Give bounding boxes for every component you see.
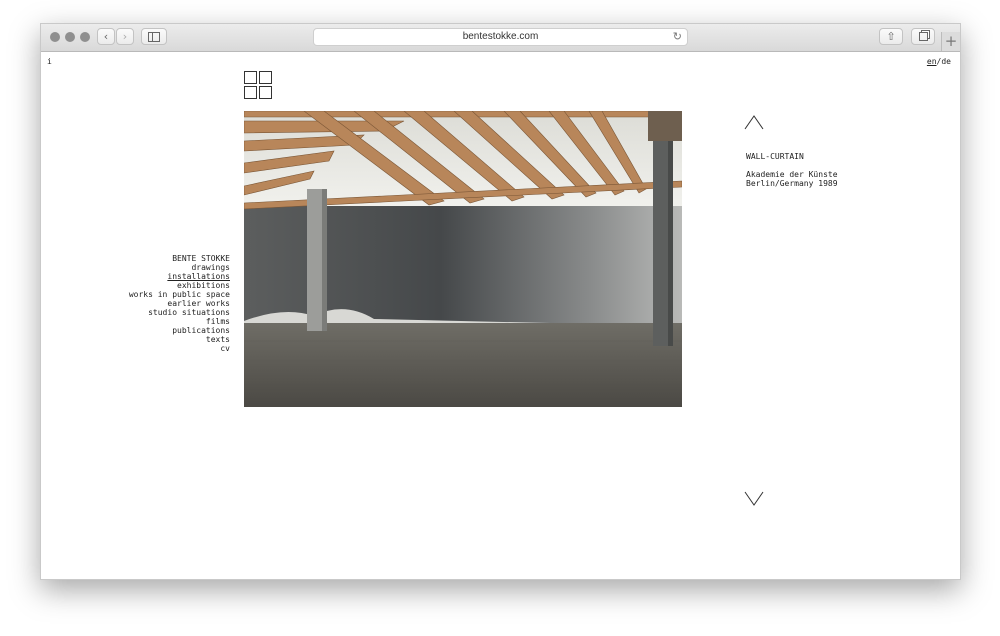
work-venue: Akademie der Künste	[746, 170, 838, 179]
info-link[interactable]: i	[47, 57, 52, 66]
sidebar-icon	[148, 31, 160, 42]
arrow-up-icon[interactable]	[744, 114, 764, 130]
work-caption: WALL-CURTAIN Akademie der Künste Berlin/…	[746, 152, 838, 188]
sidebar-button[interactable]	[141, 28, 167, 45]
work-title: WALL-CURTAIN	[746, 152, 804, 161]
tabs-button[interactable]	[911, 28, 935, 45]
address-bar[interactable]: bentestokke.com ↻	[313, 28, 688, 46]
chevron-right-icon: ›	[122, 30, 128, 43]
wall-curtain-image	[244, 111, 682, 407]
tabs-icon	[918, 32, 928, 41]
grid-icon[interactable]	[244, 71, 274, 101]
page-content: i en/de BENTE STOKKE drawings installati…	[41, 52, 960, 579]
nav-item-cv[interactable]: cv	[129, 344, 230, 353]
nav-item-exhibitions[interactable]: exhibitions	[129, 281, 230, 290]
minimize-window-icon[interactable]	[65, 32, 75, 42]
installation-photo[interactable]	[244, 111, 682, 407]
forward-button[interactable]: ›	[116, 28, 134, 45]
nav-item-films[interactable]: films	[129, 317, 230, 326]
arrow-down-icon[interactable]	[744, 491, 764, 507]
plus-icon: +	[944, 32, 958, 50]
browser-window: ‹ › bentestokke.com ↻ ⇧ + i en/de BENTE …	[40, 23, 961, 580]
new-tab-button[interactable]: +	[941, 32, 960, 51]
nav-item-studio-situations[interactable]: studio situations	[129, 308, 230, 317]
nav-item-texts[interactable]: texts	[129, 335, 230, 344]
language-switch: en/de	[927, 57, 951, 66]
share-icon: ⇧	[886, 30, 896, 43]
nav-item-drawings[interactable]: drawings	[129, 263, 230, 272]
lang-en-link[interactable]: en	[927, 57, 937, 66]
nav-item-installations[interactable]: installations	[129, 272, 230, 281]
close-window-icon[interactable]	[50, 32, 60, 42]
back-button[interactable]: ‹	[97, 28, 115, 45]
site-title[interactable]: BENTE STOKKE	[129, 254, 230, 263]
url-text: bentestokke.com	[462, 31, 539, 42]
nav-item-publications[interactable]: publications	[129, 326, 230, 335]
main-nav: BENTE STOKKE drawings installations exhi…	[129, 254, 230, 353]
browser-toolbar: ‹ › bentestokke.com ↻ ⇧ +	[41, 24, 960, 52]
reload-icon[interactable]: ↻	[673, 30, 682, 43]
nav-item-works-in-public-space[interactable]: works in public space	[129, 290, 230, 299]
zoom-window-icon[interactable]	[80, 32, 90, 42]
lang-de-link[interactable]: de	[941, 57, 951, 66]
nav-item-earlier-works[interactable]: earlier works	[129, 299, 230, 308]
share-button[interactable]: ⇧	[879, 28, 903, 45]
work-location-year: Berlin/Germany 1989	[746, 179, 838, 188]
chevron-left-icon: ‹	[103, 30, 109, 43]
